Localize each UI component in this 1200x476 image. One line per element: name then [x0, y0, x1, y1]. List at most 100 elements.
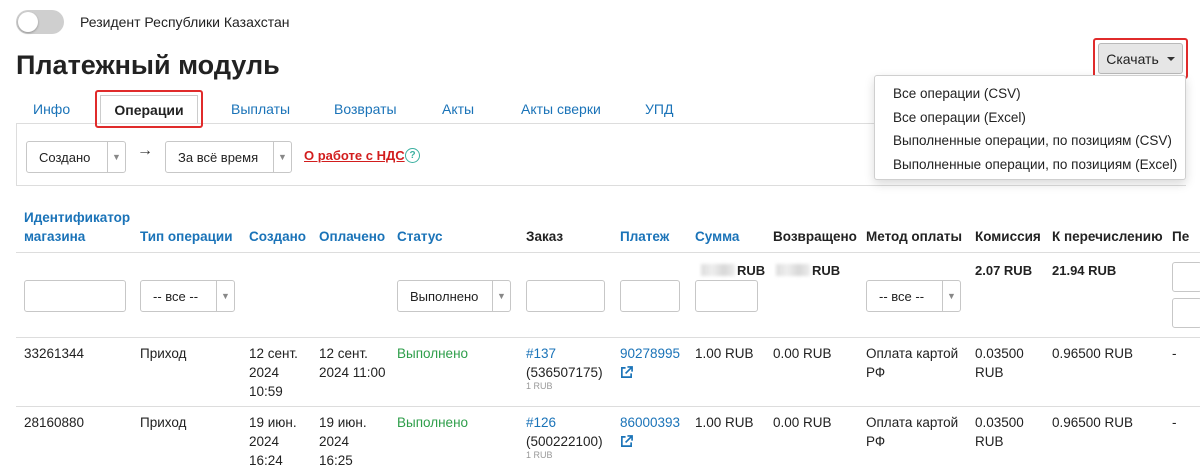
order-link[interactable]: #126 — [526, 415, 556, 430]
method-filter-value: -- все -- — [879, 288, 925, 304]
select-arrow-icon: ▼ — [216, 281, 234, 311]
order-subamount: 1 RUB — [526, 381, 553, 391]
date-field-value: Создано — [39, 149, 91, 165]
cell-created-line: 16:24 — [249, 453, 283, 468]
period-select[interactable]: За всё время ▼ — [165, 141, 292, 173]
tab-refunds[interactable]: Возвраты — [334, 90, 397, 124]
menu-item-all-csv[interactable]: Все операции (CSV) — [875, 82, 1185, 106]
cell-created-line: 19 июн. — [249, 415, 297, 430]
cell-method: Оплата картой РФ — [866, 413, 958, 451]
download-menu: Все операции (CSV) Все операции (Excel) … — [874, 75, 1186, 180]
cell-method: Оплата картой РФ — [866, 344, 958, 382]
status-filter-select[interactable]: Выполнено ▼ — [397, 280, 511, 312]
status-filter-value: Выполнено — [410, 288, 479, 304]
cell-next: - — [1172, 346, 1177, 361]
next-filter-input-2[interactable] — [1172, 298, 1200, 328]
payment-link[interactable]: 86000393 — [620, 413, 680, 432]
download-button[interactable]: Скачать — [1098, 43, 1183, 74]
sum-total: RUB — [701, 263, 765, 278]
download-button-highlight: Скачать — [1093, 38, 1188, 79]
cell-paid-line: 2024 — [319, 434, 350, 449]
order-link[interactable]: #137 — [526, 346, 556, 361]
select-arrow-icon: ▼ — [492, 281, 510, 311]
blurred-value — [776, 264, 810, 276]
header-status[interactable]: Статус — [397, 227, 443, 246]
header-paid[interactable]: Оплачено — [319, 227, 385, 246]
divider — [16, 406, 1200, 407]
cell-sum: 1.00 RUB — [695, 415, 754, 430]
cell-paid-line: 12 сент. — [319, 346, 368, 361]
order-filter-input[interactable] — [526, 280, 605, 312]
tab-upd[interactable]: УПД — [645, 90, 673, 124]
header-shop-id[interactable]: Идентификатор магазина — [24, 208, 130, 246]
transfer-total: 21.94 RUB — [1052, 263, 1117, 278]
shop-id-filter-input[interactable] — [24, 280, 126, 312]
cell-sum: 1.00 RUB — [695, 346, 754, 361]
resident-toggle[interactable] — [16, 10, 64, 34]
menu-item-positions-csv[interactable]: Выполненные операции, по позициям (CSV) — [875, 129, 1185, 153]
header-sum[interactable]: Сумма — [695, 227, 739, 246]
tab-reconciliation-acts[interactable]: Акты сверки — [521, 90, 601, 124]
menu-item-all-excel[interactable]: Все операции (Excel) — [875, 106, 1185, 130]
tab-acts[interactable]: Акты — [442, 90, 474, 124]
menu-item-positions-excel[interactable]: Выполненные операции, по позициям (Excel… — [875, 153, 1185, 177]
operations-table: Идентификатор магазина Тип операции Созд… — [16, 186, 1200, 476]
method-filter-select[interactable]: -- все -- ▼ — [866, 280, 961, 312]
payment-filter-input[interactable] — [620, 280, 680, 312]
tab-info[interactable]: Инфо — [33, 90, 70, 124]
header-next: Пе — [1172, 229, 1190, 244]
cell-created-line: 2024 — [249, 434, 280, 449]
select-arrow-icon: ▼ — [107, 142, 125, 172]
payment-link[interactable]: 90278995 — [620, 344, 680, 363]
cell-paid-line: 19 июн. — [319, 415, 367, 430]
cell-paid: 19 июн. 2024 16:25 — [319, 413, 367, 470]
sum-filter-input[interactable] — [695, 280, 758, 312]
caret-down-icon — [1166, 56, 1175, 61]
external-link-icon[interactable] — [620, 366, 633, 379]
header-order: Заказ — [526, 229, 564, 244]
external-link-icon[interactable] — [620, 435, 633, 448]
cell-commission-line: 0.03500 — [975, 346, 1024, 361]
select-arrow-icon: ▼ — [942, 281, 960, 311]
cell-shop-id: 28160880 — [24, 415, 85, 430]
header-created[interactable]: Создано — [249, 227, 306, 246]
cell-created-line: 12 сент. — [249, 346, 298, 361]
header-shop-id-line2: магазина — [24, 229, 86, 244]
cell-transfer: 0.96500 RUB — [1052, 415, 1134, 430]
toggle-knob — [18, 12, 38, 32]
cell-method-line: РФ — [866, 434, 886, 449]
cell-order: #137 (536507175) — [526, 344, 603, 382]
cell-method-line: Оплата картой — [866, 346, 959, 361]
op-type-filter-value: -- все -- — [153, 288, 199, 304]
cell-op-type: Приход — [140, 346, 187, 361]
cell-created-line: 2024 — [249, 365, 280, 380]
cell-commission: 0.03500 RUB — [975, 413, 1024, 451]
header-payment[interactable]: Платеж — [620, 227, 669, 246]
header-op-type[interactable]: Тип операции — [140, 227, 233, 246]
cell-status: Выполнено — [397, 346, 469, 361]
nds-info-link[interactable]: О работе с НДС — [304, 148, 405, 163]
next-filter-input-1[interactable] — [1172, 262, 1200, 292]
date-field-select[interactable]: Создано ▼ — [26, 141, 126, 173]
commission-total: 2.07 RUB — [975, 263, 1033, 278]
divider — [16, 337, 1200, 338]
tab-payouts[interactable]: Выплаты — [231, 90, 290, 124]
header-commission: Комиссия — [975, 229, 1041, 244]
cell-method-line: Оплата картой — [866, 415, 959, 430]
resident-label: Резидент Республики Казахстан — [80, 14, 290, 30]
select-arrow-icon: ▼ — [273, 142, 291, 172]
order-subamount: 1 RUB — [526, 450, 553, 460]
cell-created-line: 10:59 — [249, 384, 283, 399]
cell-order: #126 (500222100) — [526, 413, 603, 451]
header-refunded: Возвращено — [773, 229, 857, 244]
refunded-total: RUB — [776, 263, 840, 278]
help-icon[interactable]: ? — [405, 148, 420, 163]
tab-operations[interactable]: Операции — [100, 95, 198, 123]
cell-commission-line: 0.03500 — [975, 415, 1024, 430]
cell-paid-line: 2024 11:00 — [319, 365, 386, 380]
op-type-filter-select[interactable]: -- все -- ▼ — [140, 280, 235, 312]
cell-transfer: 0.96500 RUB — [1052, 346, 1134, 361]
cell-commission: 0.03500 RUB — [975, 344, 1024, 382]
page-title: Платежный модуль — [16, 50, 280, 80]
order-number: (500222100) — [526, 434, 603, 449]
